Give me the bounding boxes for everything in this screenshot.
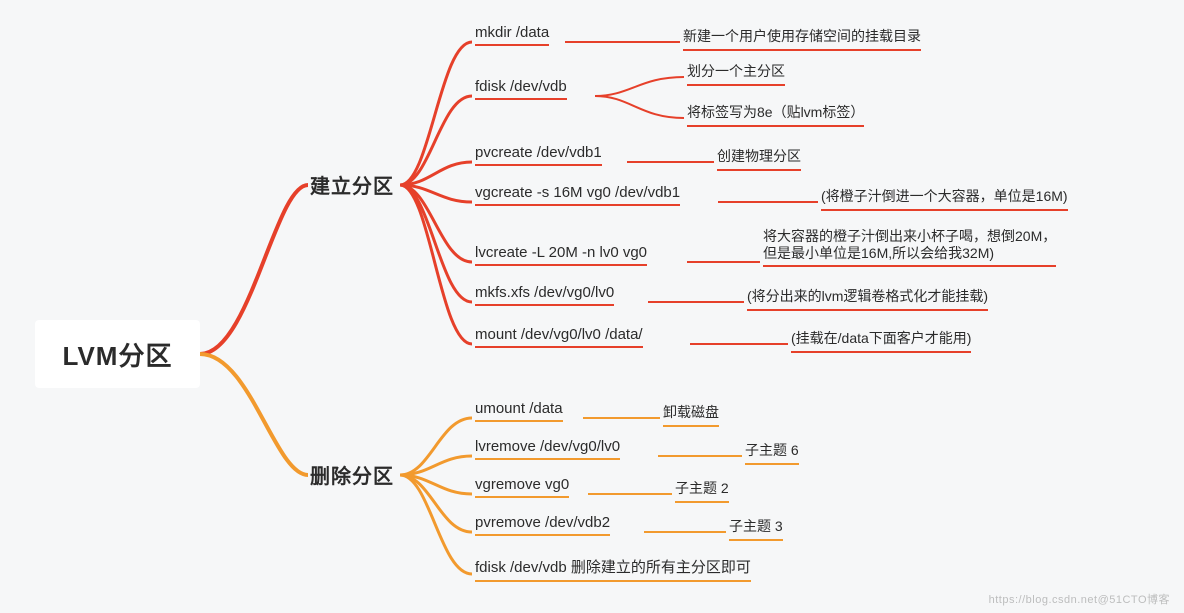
branch-build[interactable]: 建立分区 xyxy=(310,170,394,199)
node-mkdir-label: mkdir /data xyxy=(475,24,549,41)
watermark: https://blog.csdn.net@51CTO博客 xyxy=(989,591,1170,607)
leaf-fdisk-b[interactable]: 将标签写为8e（贴lvm标签） xyxy=(687,102,864,127)
leaf-mkdir-desc-label: 新建一个用户使用存储空间的挂载目录 xyxy=(683,28,921,44)
node-vgremove[interactable]: vgremove vg0 xyxy=(475,476,569,498)
node-lvremove-label: lvremove /dev/vg0/lv0 xyxy=(475,438,620,455)
node-fdisk-label: fdisk /dev/vdb xyxy=(475,78,567,95)
leaf-lvcreate-desc[interactable]: 将大容器的橙子汁倒出来小杯子喝，想倒20M， 但是最小单位是16M,所以会给我3… xyxy=(763,228,1056,267)
leaf-vgcreate-desc-label: (将橙子汁倒进一个大容器，单位是16M) xyxy=(821,188,1068,204)
leaf-pvremove-desc[interactable]: 子主题 3 xyxy=(729,516,783,541)
leaf-fdisk-a-label: 划分一个主分区 xyxy=(687,63,785,79)
node-lvcreate-label: lvcreate -L 20M -n lv0 vg0 xyxy=(475,244,647,261)
root-topic[interactable]: LVM分区 xyxy=(35,320,200,388)
leaf-mkdir-desc[interactable]: 新建一个用户使用存储空间的挂载目录 xyxy=(683,26,921,51)
leaf-vgremove-desc-label: 子主题 2 xyxy=(675,480,729,496)
leaf-fdisk-a[interactable]: 划分一个主分区 xyxy=(687,61,785,86)
branch-delete[interactable]: 删除分区 xyxy=(310,460,394,489)
node-fdiskdel[interactable]: fdisk /dev/vdb 删除建立的所有主分区即可 xyxy=(475,556,751,582)
leaf-mount-desc[interactable]: (挂载在/data下面客户才能用) xyxy=(791,328,971,353)
leaf-pvcreate-desc-label: 创建物理分区 xyxy=(717,148,801,164)
leaf-lvremove-desc[interactable]: 子主题 6 xyxy=(745,440,799,465)
node-pvremove-label: pvremove /dev/vdb2 xyxy=(475,514,610,531)
leaf-lvcreate-desc-label: 将大容器的橙子汁倒出来小杯子喝，想倒20M， 但是最小单位是16M,所以会给我3… xyxy=(763,228,1056,261)
leaf-vgcreate-desc[interactable]: (将橙子汁倒进一个大容器，单位是16M) xyxy=(821,186,1068,211)
node-fdisk[interactable]: fdisk /dev/vdb xyxy=(475,78,567,100)
node-lvremove[interactable]: lvremove /dev/vg0/lv0 xyxy=(475,438,620,460)
node-pvcreate-label: pvcreate /dev/vdb1 xyxy=(475,144,602,161)
leaf-lvremove-desc-label: 子主题 6 xyxy=(745,442,799,458)
node-vgcreate-label: vgcreate -s 16M vg0 /dev/vdb1 xyxy=(475,184,680,201)
node-umount[interactable]: umount /data xyxy=(475,400,563,422)
leaf-mkfs-desc-label: (将分出来的lvm逻辑卷格式化才能挂载) xyxy=(747,288,988,304)
node-vgremove-label: vgremove vg0 xyxy=(475,476,569,493)
leaf-mkfs-desc[interactable]: (将分出来的lvm逻辑卷格式化才能挂载) xyxy=(747,286,988,311)
branch-delete-label: 删除分区 xyxy=(310,466,394,488)
leaf-umount-desc-label: 卸载磁盘 xyxy=(663,404,719,420)
node-mkfs-label: mkfs.xfs /dev/vg0/lv0 xyxy=(475,284,614,301)
watermark-text: https://blog.csdn.net@51CTO博客 xyxy=(989,594,1170,606)
node-mkdir[interactable]: mkdir /data xyxy=(475,24,549,46)
node-pvcreate[interactable]: pvcreate /dev/vdb1 xyxy=(475,144,602,166)
node-fdiskdel-label: fdisk /dev/vdb 删除建立的所有主分区即可 xyxy=(475,559,751,576)
leaf-mount-desc-label: (挂载在/data下面客户才能用) xyxy=(791,330,971,346)
node-mkfs[interactable]: mkfs.xfs /dev/vg0/lv0 xyxy=(475,284,614,306)
node-pvremove[interactable]: pvremove /dev/vdb2 xyxy=(475,514,610,536)
leaf-pvcreate-desc[interactable]: 创建物理分区 xyxy=(717,146,801,171)
node-mount[interactable]: mount /dev/vg0/lv0 /data/ xyxy=(475,326,643,348)
leaf-vgremove-desc[interactable]: 子主题 2 xyxy=(675,478,729,503)
leaf-pvremove-desc-label: 子主题 3 xyxy=(729,518,783,534)
leaf-fdisk-b-label: 将标签写为8e（贴lvm标签） xyxy=(687,104,864,120)
leaf-umount-desc[interactable]: 卸载磁盘 xyxy=(663,402,719,427)
branch-build-label: 建立分区 xyxy=(310,176,394,198)
node-umount-label: umount /data xyxy=(475,400,563,417)
root-label: LVM分区 xyxy=(63,336,173,373)
node-vgcreate[interactable]: vgcreate -s 16M vg0 /dev/vdb1 xyxy=(475,184,680,206)
node-lvcreate[interactable]: lvcreate -L 20M -n lv0 vg0 xyxy=(475,244,647,266)
node-mount-label: mount /dev/vg0/lv0 /data/ xyxy=(475,326,643,343)
